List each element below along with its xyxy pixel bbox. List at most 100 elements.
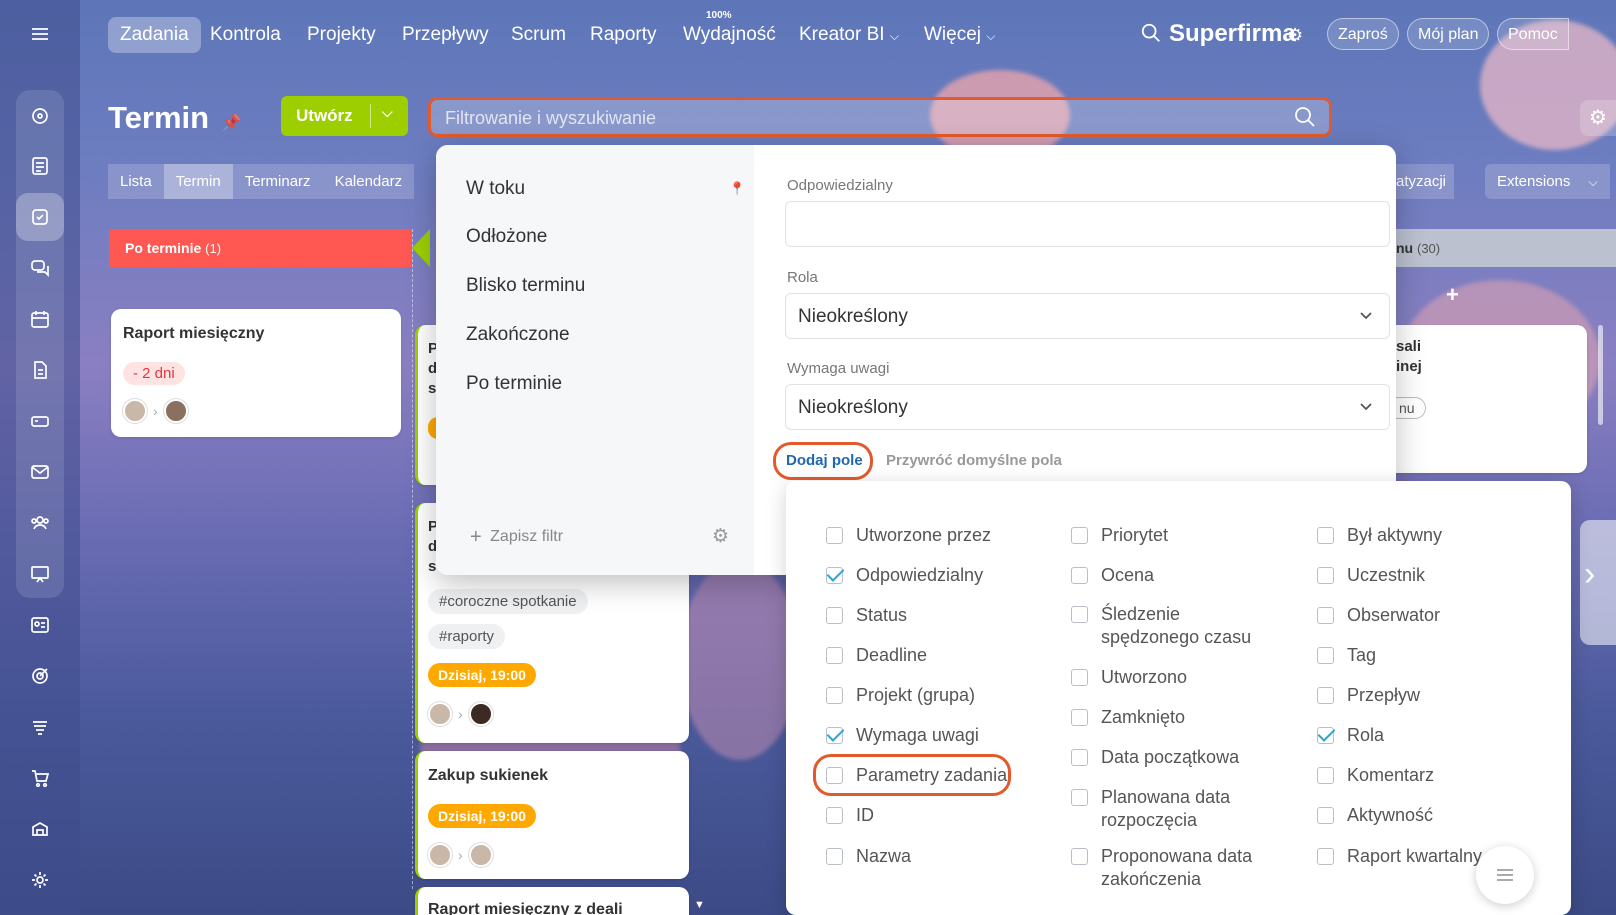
checkbox[interactable]: [1317, 607, 1334, 624]
search-input[interactable]: [445, 106, 1285, 130]
checkbox-checked[interactable]: [826, 567, 843, 584]
field-option[interactable]: Odpowiedzialny: [826, 564, 1026, 587]
field-option[interactable]: Nazwa: [826, 845, 1026, 868]
documents-icon[interactable]: [16, 346, 64, 394]
nav-bi-builder[interactable]: Kreator BI ⌵: [787, 17, 911, 53]
list-menu-button[interactable]: [1476, 846, 1534, 904]
field-option[interactable]: Planowana data rozpoczęcia: [1071, 786, 1271, 832]
checkbox[interactable]: [826, 527, 843, 544]
checkbox-checked[interactable]: [1317, 727, 1334, 744]
task-card[interactable]: Zakup sukienek Dzisiaj, 19:00 ›: [415, 751, 689, 879]
drive-icon[interactable]: [16, 397, 64, 445]
field-option[interactable]: Priorytet: [1071, 524, 1271, 547]
task-title[interactable]: Raport miesięczny: [123, 325, 264, 343]
field-option[interactable]: Był aktywny: [1317, 524, 1497, 547]
field-option[interactable]: Uczestnik: [1317, 564, 1497, 587]
add-icon[interactable]: +: [1446, 282, 1459, 308]
field-option[interactable]: Komentarz: [1317, 764, 1497, 787]
nav-efficiency[interactable]: Wydajność: [671, 17, 788, 53]
tab-deadline[interactable]: Termin: [163, 164, 233, 199]
calendar-icon[interactable]: [16, 295, 64, 343]
checkbox[interactable]: [826, 848, 843, 865]
preset-in-progress[interactable]: W toku: [466, 178, 525, 200]
checkbox[interactable]: [826, 687, 843, 704]
menu-icon[interactable]: [16, 10, 64, 58]
checkbox[interactable]: [1317, 848, 1334, 865]
preset-near-deadline[interactable]: Blisko terminu: [466, 275, 585, 297]
help-button[interactable]: Pomoc: [1497, 18, 1569, 50]
field-option[interactable]: ID: [826, 804, 1026, 827]
field-option[interactable]: Obserwator: [1317, 604, 1497, 627]
deadline-badge[interactable]: Dzisiaj, 19:00: [428, 663, 536, 687]
checkbox[interactable]: [826, 807, 843, 824]
attention-select[interactable]: Nieokreślony: [785, 384, 1390, 430]
task-card[interactable]: Raport miesięczny z deali: [415, 887, 689, 915]
checkbox[interactable]: [1071, 567, 1088, 584]
checkbox[interactable]: [1071, 606, 1088, 623]
field-option[interactable]: Ocena: [1071, 564, 1271, 587]
checkbox[interactable]: [1071, 749, 1088, 766]
role-select[interactable]: Nieokreślony: [785, 293, 1390, 339]
field-option[interactable]: Raport kwartalny: [1317, 845, 1497, 868]
tab-list[interactable]: Lista: [108, 164, 164, 199]
nav-reports[interactable]: Raporty: [578, 17, 669, 53]
checkbox[interactable]: [1071, 669, 1088, 686]
nav-scrum[interactable]: Scrum: [499, 17, 578, 53]
preset-completed[interactable]: Zakończone: [466, 324, 570, 346]
tab-calendar[interactable]: Kalendarz: [322, 164, 415, 199]
settings-icon[interactable]: ⚙: [1580, 100, 1616, 136]
boards-icon[interactable]: [16, 550, 64, 598]
preset-deferred[interactable]: Odłożone: [466, 226, 547, 248]
scroll-down-icon[interactable]: ▼: [694, 899, 705, 911]
checkbox[interactable]: [1317, 767, 1334, 784]
invite-button[interactable]: Zaproś: [1327, 18, 1399, 50]
field-option[interactable]: Proponowana data zakończenia: [1071, 845, 1271, 891]
checkbox[interactable]: [826, 647, 843, 664]
pin-icon[interactable]: 📍: [729, 181, 745, 197]
deadline-badge[interactable]: Dzisiaj, 19:00: [428, 804, 536, 828]
pin-icon[interactable]: 📌: [222, 115, 242, 132]
employees-icon[interactable]: [16, 499, 64, 547]
field-option[interactable]: Utworzono: [1071, 666, 1271, 689]
shop-icon[interactable]: [16, 754, 64, 802]
checkbox[interactable]: [1317, 527, 1334, 544]
field-option[interactable]: Zamknięto: [1071, 706, 1271, 729]
filter-search[interactable]: [428, 97, 1332, 137]
task-card[interactable]: Raport miesięczny - 2 dni ›: [111, 309, 401, 437]
checkbox[interactable]: [1317, 647, 1334, 664]
field-option[interactable]: Utworzone przez: [826, 524, 1026, 547]
chat-icon[interactable]: [16, 244, 64, 292]
inventory-icon[interactable]: [16, 805, 64, 853]
avatar[interactable]: [468, 843, 493, 867]
tab-planner[interactable]: Terminarz: [232, 164, 323, 199]
mail-icon[interactable]: [16, 448, 64, 496]
nav-control[interactable]: Kontrola: [198, 17, 293, 53]
scrollbar[interactable]: [1598, 325, 1603, 425]
field-option[interactable]: Data początkowa: [1071, 746, 1271, 769]
checkbox[interactable]: [1071, 709, 1088, 726]
task-title[interactable]: Zakup sukienek: [428, 767, 548, 785]
checkbox[interactable]: [1071, 789, 1088, 806]
field-option[interactable]: Aktywność: [1317, 804, 1497, 827]
search-icon[interactable]: [1140, 22, 1162, 49]
extensions-button[interactable]: Extensions ⌵: [1485, 164, 1610, 199]
chevron-right-icon[interactable]: ›: [1584, 555, 1595, 594]
avatar[interactable]: [468, 702, 493, 726]
sites-icon[interactable]: [16, 703, 64, 751]
field-option[interactable]: Projekt (grupa): [826, 684, 1026, 707]
checkbox[interactable]: [1071, 527, 1088, 544]
checkbox[interactable]: [1317, 807, 1334, 824]
field-option[interactable]: Tag: [1317, 644, 1497, 667]
field-option[interactable]: Przepływ: [1317, 684, 1497, 707]
responsible-field[interactable]: [785, 201, 1390, 247]
field-option[interactable]: Śledzenie spędzonego czasu: [1071, 603, 1271, 649]
automation-button[interactable]: atyzacji: [1396, 164, 1455, 199]
nav-projects[interactable]: Projekty: [295, 17, 388, 53]
avatar[interactable]: [123, 399, 147, 423]
field-option[interactable]: Deadline: [826, 644, 1026, 667]
tag-chip[interactable]: #coroczne spotkanie: [428, 589, 588, 614]
create-button[interactable]: Utwórz ⌵: [281, 96, 408, 136]
settings-icon[interactable]: [16, 856, 64, 904]
field-option[interactable]: Rola: [1317, 724, 1497, 747]
deadline-badge[interactable]: - 2 dni: [123, 362, 185, 385]
